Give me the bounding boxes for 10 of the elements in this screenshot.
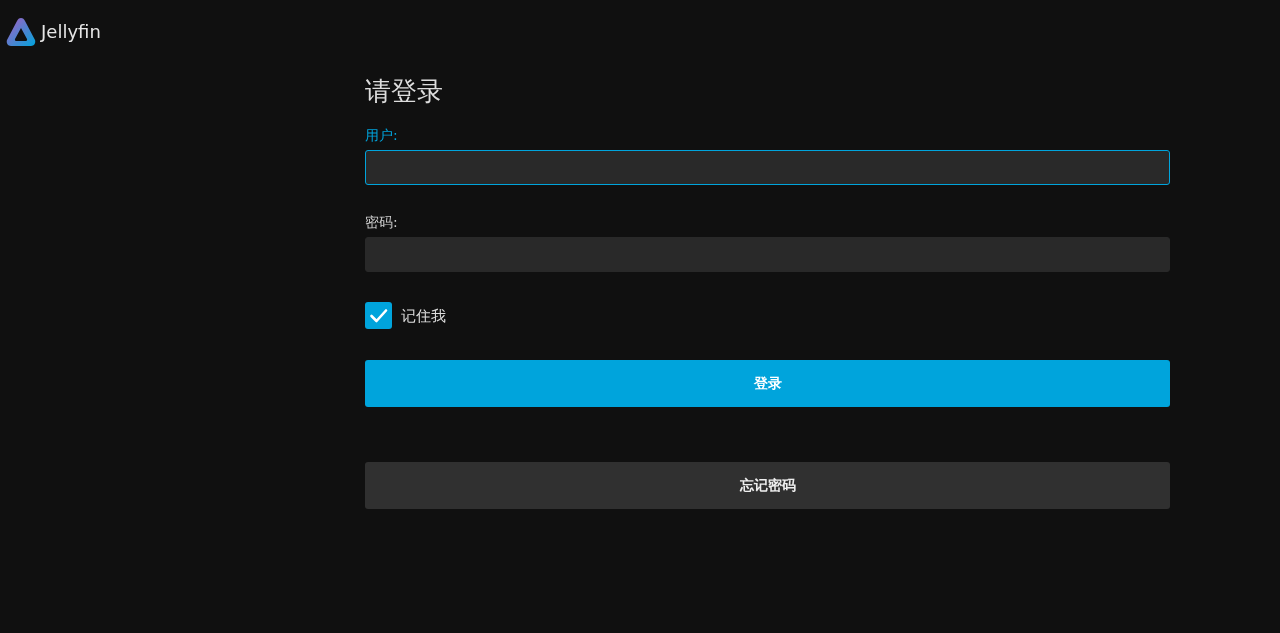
input-field[interactable] [365,150,1170,185]
logo-icon [6,17,36,47]
app-name: Jellyfin [41,21,101,43]
input-field[interactable] [365,237,1170,272]
page-title: 请登录 [365,76,444,107]
checkbox[interactable] [365,302,392,329]
forgot-password-button[interactable]: 忘记密码 [365,462,1170,509]
checkbox-label: 记住我 [401,305,446,326]
field-label: 密码: [365,213,399,231]
field-label: 用户: [365,126,399,144]
